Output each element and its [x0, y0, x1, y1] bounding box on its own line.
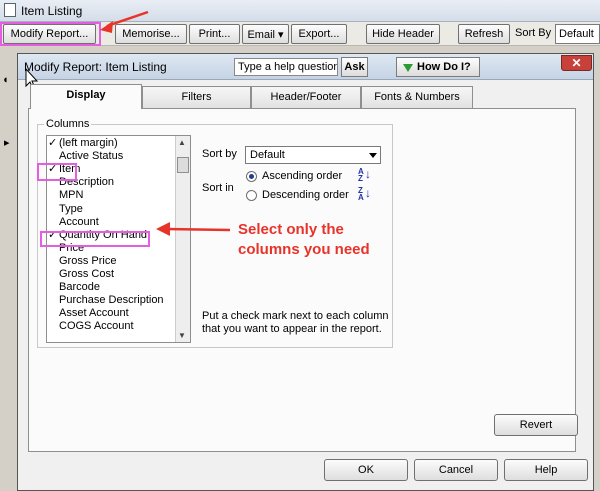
display-tab-panel: Columns ✓ (left margin) Active Status ✓ Item… — [28, 108, 578, 452]
dialog-title-bar: Modify Report: Item Listing Type a help … — [18, 54, 593, 80]
column-label: Type — [59, 202, 83, 215]
column-label: Barcode — [59, 281, 100, 294]
sort-ascending-icon: A Z — [358, 167, 364, 183]
columns-group-label: Columns — [44, 118, 92, 130]
sort-in-label: Sort in — [202, 182, 234, 194]
column-label: Gross Cost — [59, 268, 115, 280]
dialog-title: Modify Report: Item Listing — [24, 60, 167, 74]
chevron-down-icon — [369, 153, 377, 158]
tab-fonts-numbers[interactable]: Fonts & Numbers — [361, 86, 473, 108]
column-label: Purchase Description — [59, 294, 164, 307]
revert-button[interactable]: Revert — [494, 414, 578, 436]
scroll-down-icon[interactable]: ▼ — [178, 331, 186, 340]
sort-by-value: Default — [250, 149, 285, 161]
check-mark-icon: ✓ — [48, 228, 58, 241]
column-item[interactable]: Gross Cost — [47, 268, 175, 281]
column-item[interactable]: ✓ Item — [47, 163, 175, 176]
check-mark-icon: ✓ — [48, 137, 58, 149]
row-pointer-icon: ▸ — [4, 137, 10, 149]
column-label: Price — [59, 241, 85, 254]
column-item[interactable]: Gross Price — [47, 255, 175, 268]
refresh-button[interactable]: Refresh — [458, 24, 510, 44]
down-arrow-icon: ↓ — [365, 167, 371, 181]
column-label: MPN — [59, 189, 84, 202]
tab-display[interactable]: Display — [30, 84, 142, 109]
descending-radio[interactable] — [246, 190, 257, 201]
ask-button[interactable]: Ask — [341, 57, 368, 77]
column-label: (left margin) — [59, 137, 118, 149]
column-label: Account — [59, 215, 99, 228]
column-item[interactable]: COGS Account — [47, 320, 175, 333]
column-item[interactable]: Price — [47, 242, 175, 255]
parent-title-bar: Item Listing — [0, 0, 600, 22]
column-item[interactable]: ✓ Quantity On Hand — [47, 229, 175, 242]
column-label: Asset Account — [59, 307, 129, 320]
hide-header-button[interactable]: Hide Header — [366, 24, 440, 44]
column-item[interactable]: Purchase Description — [47, 294, 175, 307]
parent-window-title: Item Listing — [21, 4, 83, 18]
memorise-button[interactable]: Memorise... — [115, 24, 187, 44]
column-item[interactable]: Asset Account — [47, 307, 175, 320]
down-arrow-icon: ↓ — [365, 186, 371, 200]
column-label: Gross Price — [59, 254, 117, 267]
modify-report-button[interactable]: Modify Report... — [3, 24, 96, 44]
ascending-radio[interactable] — [246, 171, 257, 182]
column-label: COGS Account — [59, 320, 134, 333]
column-item[interactable]: Active Status — [47, 150, 175, 163]
column-item[interactable]: Description — [47, 176, 175, 189]
descending-label[interactable]: Descending order — [262, 189, 349, 201]
tab-header-footer[interactable]: Header/Footer — [251, 86, 361, 108]
help-question-input[interactable]: Type a help question — [234, 58, 338, 76]
column-item[interactable]: Type — [47, 203, 175, 216]
tab-filters[interactable]: Filters — [142, 86, 251, 108]
scroll-thumb[interactable] — [177, 157, 189, 173]
column-item[interactable]: Account — [47, 216, 175, 229]
sort-descending-icon: Z A — [358, 186, 364, 202]
columns-scrollbar[interactable]: ▲ ▼ — [175, 136, 190, 342]
columns-list[interactable]: ✓ (left margin) Active Status ✓ Item Descript… — [46, 135, 191, 343]
column-label: Active Status — [59, 150, 124, 163]
cancel-button[interactable]: Cancel — [414, 459, 498, 481]
scroll-up-icon[interactable]: ▲ — [178, 138, 186, 147]
column-label: Description — [59, 176, 115, 189]
toolbar-sort-by-select[interactable]: Default — [555, 24, 600, 44]
modify-report-dialog: Modify Report: Item Listing Type a help … — [17, 53, 594, 491]
sort-by-label: Sort by — [202, 148, 237, 160]
sort-by-label: Sort By — [515, 27, 552, 39]
sort-by-select[interactable]: Default — [245, 146, 381, 164]
column-item[interactable]: MPN — [47, 189, 175, 202]
columns-hint: Put a check mark next to each column tha… — [202, 310, 389, 335]
print-button[interactable]: Print... — [189, 24, 240, 44]
check-mark-icon: ✓ — [48, 163, 58, 176]
annotation-text: Select only the columns you need — [238, 221, 370, 258]
export-button[interactable]: Export... — [291, 24, 347, 44]
how-do-i-button[interactable]: How Do I? — [396, 57, 480, 77]
how-do-i-label: How Do I? — [417, 61, 471, 73]
dropdown-triangle-icon — [403, 64, 413, 72]
column-label: Quantity On Hand — [59, 228, 148, 241]
column-label: Item — [59, 163, 81, 176]
column-item[interactable]: ✓ (left margin) — [47, 137, 175, 150]
report-icon — [4, 3, 16, 17]
column-item[interactable]: Barcode — [47, 281, 175, 294]
ok-button[interactable]: OK — [324, 459, 408, 481]
email-button[interactable]: Email ▾ — [242, 24, 289, 44]
ascending-label[interactable]: Ascending order — [262, 170, 342, 182]
parent-edge-marker: ◖ — [2, 74, 9, 86]
help-button[interactable]: Help — [504, 459, 588, 481]
close-icon[interactable]: ✕ — [561, 55, 592, 71]
report-toolbar: Modify Report... Memorise... Print... Em… — [0, 22, 600, 46]
